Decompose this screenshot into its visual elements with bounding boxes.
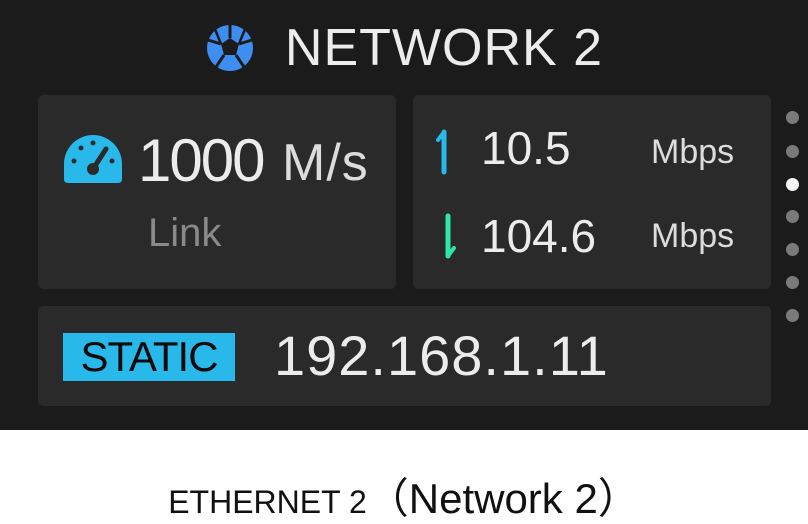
link-speed-unit: M/s [282, 134, 369, 192]
link-speed-card: 1000 M/s Link [38, 95, 396, 289]
page-dot[interactable] [786, 309, 799, 322]
ip-address-value: 192.168.1.11 [274, 324, 609, 387]
page-dot[interactable] [786, 210, 799, 223]
speedometer-icon [64, 135, 122, 183]
panel-header: NETWORK 2 [0, 12, 808, 84]
download-rate-value: 104.6 [481, 210, 597, 262]
page-dot[interactable] [786, 276, 799, 289]
link-speed-value: 1000 [138, 127, 265, 194]
page-dot-active[interactable] [786, 178, 799, 191]
arrow-down-icon [445, 213, 456, 259]
ip-address-card: STATIC 192.168.1.11 [38, 306, 771, 406]
caption-main: ETHERNET 2 [168, 484, 367, 520]
link-label: Link [148, 211, 222, 255]
page-indicator[interactable] [786, 111, 800, 331]
arrow-up-icon [436, 129, 447, 175]
figure-caption: ETHERNET 2（Network 2） [0, 478, 808, 520]
caption-paren: （Network 2） [366, 475, 640, 522]
traffic-card: 10.5 Mbps 104.6 Mbps [413, 95, 771, 289]
network-panel: NETWORK 2 1000 M/s Link 10.5 Mbps 104.6 … [0, 0, 808, 430]
network-globe-icon [206, 25, 253, 71]
page-dot[interactable] [786, 111, 799, 124]
upload-rate-unit: Mbps [651, 133, 735, 171]
ip-mode-badge: STATIC [63, 333, 235, 381]
upload-rate-value: 10.5 [481, 122, 571, 174]
page-dot[interactable] [786, 243, 799, 256]
page-dot[interactable] [786, 145, 799, 158]
page-title: NETWORK 2 [284, 19, 604, 77]
download-rate-unit: Mbps [651, 217, 735, 255]
